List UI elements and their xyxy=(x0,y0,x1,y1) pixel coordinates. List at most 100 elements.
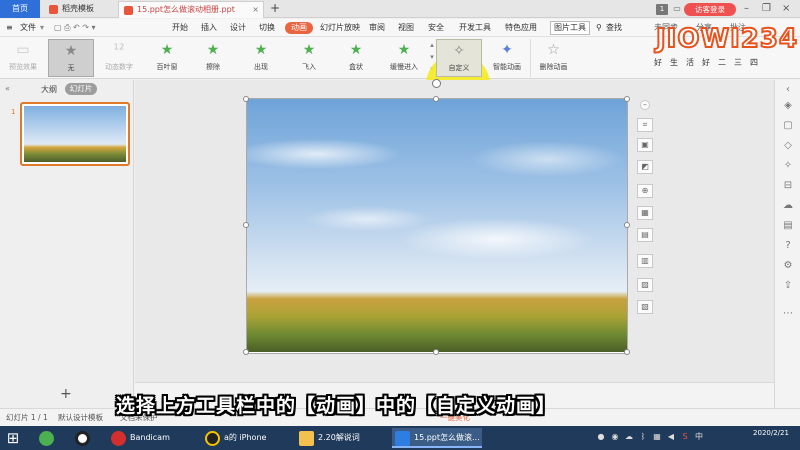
resize-handle[interactable] xyxy=(624,349,630,355)
resize-handle[interactable] xyxy=(624,96,630,102)
slide-thumbnail[interactable] xyxy=(20,102,130,166)
login-button[interactable]: 访客登录 xyxy=(684,3,736,16)
add-slide-button[interactable]: + xyxy=(60,386,72,402)
minimize-icon[interactable]: – xyxy=(744,3,749,14)
picture-tool-icon[interactable]: ▨ xyxy=(637,278,653,292)
preview-icon: ▭ xyxy=(16,42,30,58)
menu-home[interactable]: 开始 xyxy=(172,19,188,37)
collapse-toolbar-icon[interactable]: – xyxy=(640,100,650,110)
anim-crawl-in-button[interactable]: ★ 缓慢进入 xyxy=(381,39,427,77)
tray-cloud-icon[interactable]: ☁ xyxy=(624,432,634,442)
close-tab-icon[interactable]: × xyxy=(252,2,259,18)
tab-home[interactable]: 首页 xyxy=(0,0,40,18)
dropdown-icon[interactable]: ▾ xyxy=(40,19,44,37)
anim-wipe-button[interactable]: ★ 擦除 xyxy=(190,39,236,77)
settings-icon[interactable]: ⚙ xyxy=(782,260,794,272)
taskbar-browser[interactable] xyxy=(36,428,58,448)
edit-picture-icon[interactable]: ▧ xyxy=(637,300,653,314)
tray-bluetooth-icon[interactable]: ᛒ xyxy=(638,432,648,442)
quick-access-icons[interactable]: ▢ ⎙ ↶ ↷ ▾ xyxy=(54,19,96,37)
animation-pane-icon[interactable]: ✧ xyxy=(782,160,794,172)
search-label[interactable]: 查找 xyxy=(606,19,622,37)
adjust-icon[interactable]: ◩ xyxy=(637,160,653,174)
menu-developer[interactable]: 开发工具 xyxy=(459,19,491,37)
anim-none-button[interactable]: ★ 无 xyxy=(48,39,94,77)
transition-icon[interactable]: ⊟ xyxy=(782,180,794,192)
property-icon[interactable]: ◈ xyxy=(782,100,794,112)
backup-icon[interactable]: ☁ xyxy=(782,200,794,212)
slides-tab[interactable]: 幻灯片 xyxy=(65,83,97,95)
menu-insert[interactable]: 插入 xyxy=(201,19,217,37)
menu-icon[interactable]: ≡ xyxy=(6,19,13,37)
delete-animation-button[interactable]: ☆ 删除动画 xyxy=(530,39,576,77)
tab-document[interactable]: 15.ppt怎么做滚动相册.ppt × xyxy=(118,1,264,18)
slide[interactable] xyxy=(246,98,628,354)
windows-start-icon[interactable]: ⊞ xyxy=(4,429,22,447)
menu-slideshow[interactable]: 幻灯片放映 xyxy=(320,19,360,37)
zoom-icon[interactable]: ⊕ xyxy=(637,184,653,198)
help-icon[interactable]: ? xyxy=(782,240,794,252)
menu-file[interactable]: 文件 xyxy=(20,19,36,37)
taskbar-clock[interactable]: 2020/2/21 xyxy=(744,428,798,438)
menu-security[interactable]: 安全 xyxy=(428,19,444,37)
tray-volume-icon[interactable]: ◀ xyxy=(666,432,676,442)
menu-review[interactable]: 审阅 xyxy=(369,19,385,37)
picture-to-text-icon[interactable]: ▥ xyxy=(637,254,653,268)
more-icon[interactable]: ⋯ xyxy=(782,308,794,320)
custom-animation-button[interactable]: ✧ 自定义 xyxy=(436,39,482,77)
menu-transition[interactable]: 切换 xyxy=(259,19,275,37)
resize-handle[interactable] xyxy=(433,96,439,102)
design-template[interactable]: 默认设计模板 xyxy=(58,409,103,427)
maximize-icon[interactable]: ❐ xyxy=(762,3,771,14)
tray-record-icon[interactable]: ● xyxy=(596,432,606,442)
resize-handle[interactable] xyxy=(433,349,439,355)
new-tab-button[interactable]: + xyxy=(268,0,282,18)
menu-animation[interactable]: 动画 xyxy=(285,22,313,34)
picture-effect-icon[interactable]: ▣ xyxy=(637,138,653,152)
menu-picture-tools[interactable]: 图片工具 xyxy=(550,21,590,35)
menu-view[interactable]: 视图 xyxy=(398,19,414,37)
format-icon[interactable]: ▢ xyxy=(782,120,794,132)
menu-design[interactable]: 设计 xyxy=(230,19,246,37)
resize-handle[interactable] xyxy=(624,222,630,228)
preview-effect-button[interactable]: ▭ 预览效果 xyxy=(0,39,46,77)
share-icon[interactable]: ⇪ xyxy=(782,280,794,292)
window-count-badge[interactable]: 1 xyxy=(656,4,668,15)
collapse-panel-icon[interactable]: « xyxy=(5,84,10,93)
ppt-file-icon xyxy=(124,6,133,15)
close-window-icon[interactable]: × xyxy=(782,3,790,14)
resize-handle[interactable] xyxy=(243,349,249,355)
taskbar-wps[interactable]: 15.ppt怎么做滚... xyxy=(392,428,482,448)
anim-box-button[interactable]: ★ 盒状 xyxy=(333,39,379,77)
tray-app-icon[interactable]: ◉ xyxy=(610,432,620,442)
search-icon[interactable]: ⚲ xyxy=(596,19,602,37)
taskbar-qq-iphone[interactable]: a的 iPhone xyxy=(202,428,288,448)
smart-animation-button[interactable]: ✦ 智能动画 xyxy=(484,39,530,77)
sidebar-arrow-icon[interactable]: ‹ xyxy=(782,84,794,96)
picture-layout-icon[interactable]: ▦ xyxy=(637,206,653,220)
crop-icon[interactable]: ⌗ xyxy=(637,118,653,132)
taskbar-folder[interactable]: 2.20解说词 xyxy=(296,428,386,448)
bandicam-icon xyxy=(111,431,126,446)
video-subtitle: 选择上方工具栏中的【动画】中的【自定义动画】 xyxy=(116,395,557,417)
insert-picture-icon[interactable]: ▤ xyxy=(637,228,653,242)
template-icon[interactable]: ▤ xyxy=(782,220,794,232)
slide-picture[interactable] xyxy=(247,99,627,352)
taskbar-bandicam[interactable]: Bandicam xyxy=(108,428,194,448)
anim-appear-button[interactable]: ★ 出现 xyxy=(238,39,284,77)
shape-icon[interactable]: ◇ xyxy=(782,140,794,152)
tab-docer[interactable]: 稻壳模板 xyxy=(44,1,120,18)
anim-fly-in-button[interactable]: ★ 飞入 xyxy=(286,39,332,77)
taskbar-recorder[interactable] xyxy=(72,428,94,448)
rotate-handle[interactable] xyxy=(432,79,441,88)
tray-lang-icon[interactable]: 中 xyxy=(694,432,704,442)
tray-network-icon[interactable]: ▦ xyxy=(652,432,662,442)
anim-dynamic-number-button[interactable]: ¹² 动态数字 xyxy=(96,39,142,77)
skin-icon[interactable]: ▭ xyxy=(672,4,682,14)
resize-handle[interactable] xyxy=(243,222,249,228)
outline-tab[interactable]: 大纲 xyxy=(41,84,57,95)
anim-blinds-button[interactable]: ★ 百叶窗 xyxy=(144,39,190,77)
resize-handle[interactable] xyxy=(243,96,249,102)
menu-features[interactable]: 特色应用 xyxy=(505,19,537,37)
tray-input-icon[interactable]: S xyxy=(680,432,690,442)
